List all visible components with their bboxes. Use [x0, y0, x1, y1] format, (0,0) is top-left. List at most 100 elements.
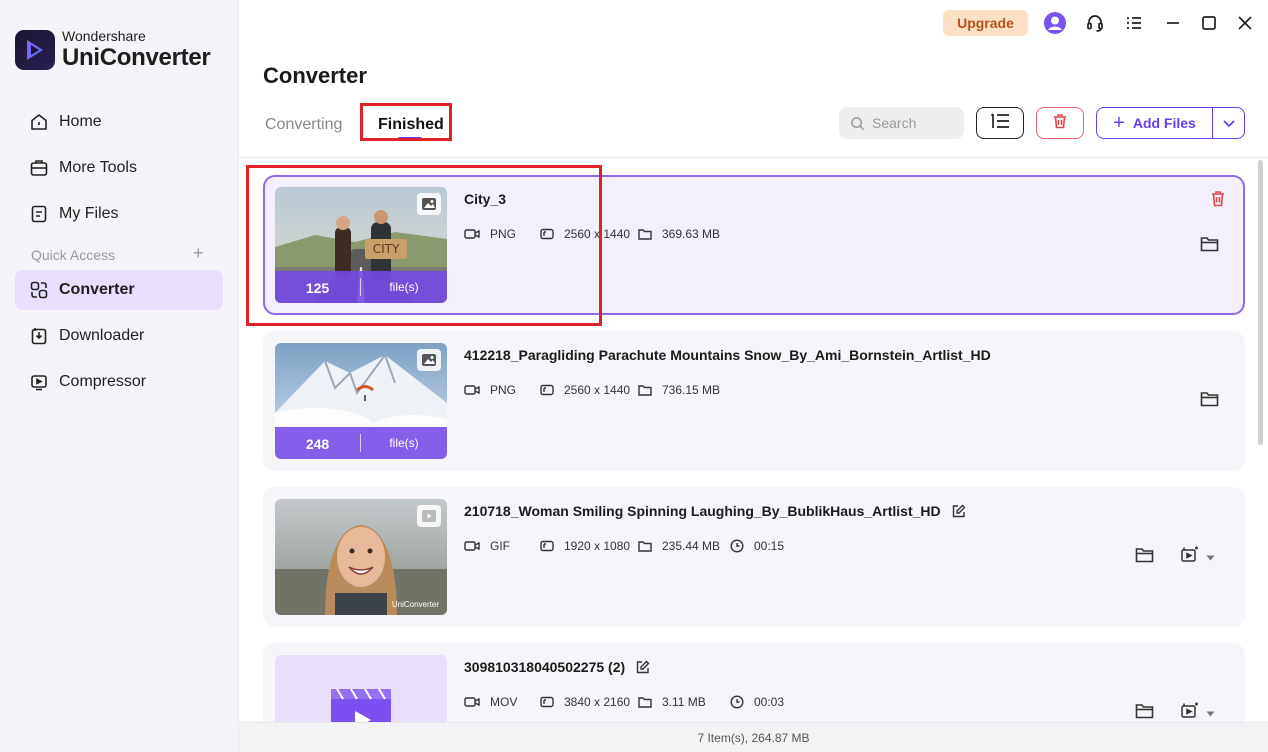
clock-icon: [730, 539, 744, 553]
video-camera-icon: [464, 540, 480, 552]
folder-size-icon: [638, 384, 652, 396]
folder-size-icon: [638, 540, 652, 552]
add-files-main[interactable]: + Add Files: [1097, 108, 1213, 138]
file-format: MOV: [490, 695, 518, 709]
delete-file-button[interactable]: [1208, 191, 1228, 211]
support-headset-icon[interactable]: [1082, 10, 1108, 36]
trash-icon: [1051, 112, 1069, 135]
highlight-box-first-thumbnail: [246, 165, 602, 326]
folder-icon: [1135, 703, 1154, 724]
toolbox-icon: [28, 157, 50, 179]
tab-converting[interactable]: Converting: [265, 116, 342, 134]
folder-size-icon: [638, 696, 652, 708]
sidebar-item-label: My Files: [59, 205, 119, 222]
watermark-label: UniConverter: [391, 600, 439, 609]
sidebar-item-more-tools[interactable]: More Tools: [15, 148, 223, 188]
list-scrollbar[interactable]: [1258, 160, 1263, 445]
file-resolution: 1920 x 1080: [564, 539, 631, 553]
search-icon: [850, 116, 865, 131]
folder-size-icon: [638, 228, 652, 240]
sidebar-item-converter[interactable]: Converter: [15, 270, 223, 310]
close-icon[interactable]: [1232, 10, 1258, 36]
file-meta: GIF 1920 x 1080 235.44 MB 00:15: [464, 539, 784, 553]
app-logo: Wondershare UniConverter: [15, 29, 211, 70]
folder-icon: [1200, 391, 1219, 412]
file-resolution: 3840 x 2160: [564, 695, 631, 709]
uniconverter-logo-icon: [15, 29, 55, 70]
file-format: GIF: [490, 539, 510, 553]
chevron-down-icon: [1222, 115, 1236, 131]
plus-icon: +: [1113, 112, 1125, 134]
share-export-button[interactable]: [1177, 702, 1217, 723]
add-files-button[interactable]: + Add Files: [1096, 107, 1245, 139]
sidebar: Wondershare UniConverter Home More Tools…: [0, 0, 239, 752]
file-thumbnail[interactable]: UniConverter: [275, 499, 447, 615]
file-card[interactable]: 248 file(s) 412218_Paragliding Parachute…: [263, 331, 1245, 471]
export-video-icon: [1180, 546, 1200, 569]
download-icon: [28, 325, 50, 347]
add-files-label: Add Files: [1132, 115, 1196, 131]
file-duration: 00:15: [754, 539, 785, 553]
file-meta: MOV 3840 x 2160 3.11 MB 00:03: [464, 695, 784, 709]
trash-icon: [1210, 190, 1226, 212]
file-thumbnail[interactable]: 248 file(s): [275, 343, 447, 459]
file-name-text: 210718_Woman Smiling Spinning Laughing_B…: [464, 503, 941, 519]
file-name: 309810318040502275 (2): [464, 659, 650, 675]
sidebar-item-label: Downloader: [59, 327, 145, 344]
caret-down-icon: [1206, 704, 1215, 722]
file-size: 369.63 MB: [662, 227, 721, 241]
video-camera-icon: [464, 384, 480, 396]
file-duration: 00:03: [754, 695, 785, 709]
home-icon: [28, 111, 50, 133]
open-folder-button[interactable]: [1198, 391, 1220, 411]
file-card[interactable]: UniConverter 210718_Woman Smiling Spinni…: [263, 487, 1245, 627]
search-placeholder: Search: [872, 115, 917, 131]
sidebar-item-downloader[interactable]: Downloader: [15, 316, 223, 356]
open-folder-button[interactable]: [1133, 547, 1155, 567]
page-title: Converter: [263, 63, 367, 88]
account-avatar-icon[interactable]: [1042, 10, 1068, 36]
resolution-icon: [540, 540, 554, 552]
sort-list-button[interactable]: [976, 107, 1024, 139]
folder-icon: [1135, 547, 1154, 568]
maximize-icon[interactable]: [1196, 10, 1222, 36]
resolution-icon: [540, 696, 554, 708]
footer-summary: 7 Item(s), 264.87 MB: [697, 730, 810, 745]
resolution-icon: [540, 384, 554, 396]
caret-down-icon: [1206, 548, 1215, 566]
menu-icon[interactable]: [1121, 10, 1147, 36]
sidebar-item-my-files[interactable]: My Files: [15, 194, 223, 234]
video-type-icon: [417, 505, 441, 527]
minimize-icon[interactable]: [1160, 10, 1186, 36]
file-size: 235.44 MB: [662, 539, 721, 553]
image-type-icon: [417, 349, 441, 371]
file-count: 248: [275, 434, 361, 452]
sidebar-item-home[interactable]: Home: [15, 102, 223, 142]
sidebar-item-compressor[interactable]: Compressor: [15, 362, 223, 402]
quick-access-add-button[interactable]: +: [193, 244, 204, 262]
clock-icon: [730, 695, 744, 709]
file-name-text: 309810318040502275 (2): [464, 659, 626, 675]
status-footer: 7 Item(s), 264.87 MB: [239, 722, 1268, 752]
upgrade-button[interactable]: Upgrade: [943, 10, 1028, 36]
open-folder-button[interactable]: [1198, 236, 1220, 256]
add-files-dropdown[interactable]: [1213, 108, 1244, 138]
file-size: 736.15 MB: [662, 383, 721, 397]
folder-icon: [1200, 236, 1219, 257]
search-input[interactable]: Search: [839, 107, 964, 139]
clear-all-button[interactable]: [1036, 107, 1084, 139]
sidebar-item-label: Home: [59, 113, 102, 130]
open-folder-button[interactable]: [1133, 703, 1155, 723]
file-size: 3.11 MB: [662, 695, 706, 709]
file-format: PNG: [490, 383, 517, 397]
file-meta: PNG 2560 x 1440 736.15 MB: [464, 383, 730, 397]
converter-icon: [28, 279, 50, 301]
rename-edit-icon[interactable]: [951, 504, 966, 519]
rename-edit-icon[interactable]: [635, 660, 650, 675]
sidebar-item-label: More Tools: [59, 159, 137, 176]
file-name: 412218_Paragliding Parachute Mountains S…: [464, 347, 991, 363]
file-resolution: 2560 x 1440: [564, 383, 631, 397]
sidebar-item-label: Compressor: [59, 373, 147, 390]
share-export-button[interactable]: [1177, 546, 1217, 569]
video-camera-icon: [464, 696, 480, 708]
